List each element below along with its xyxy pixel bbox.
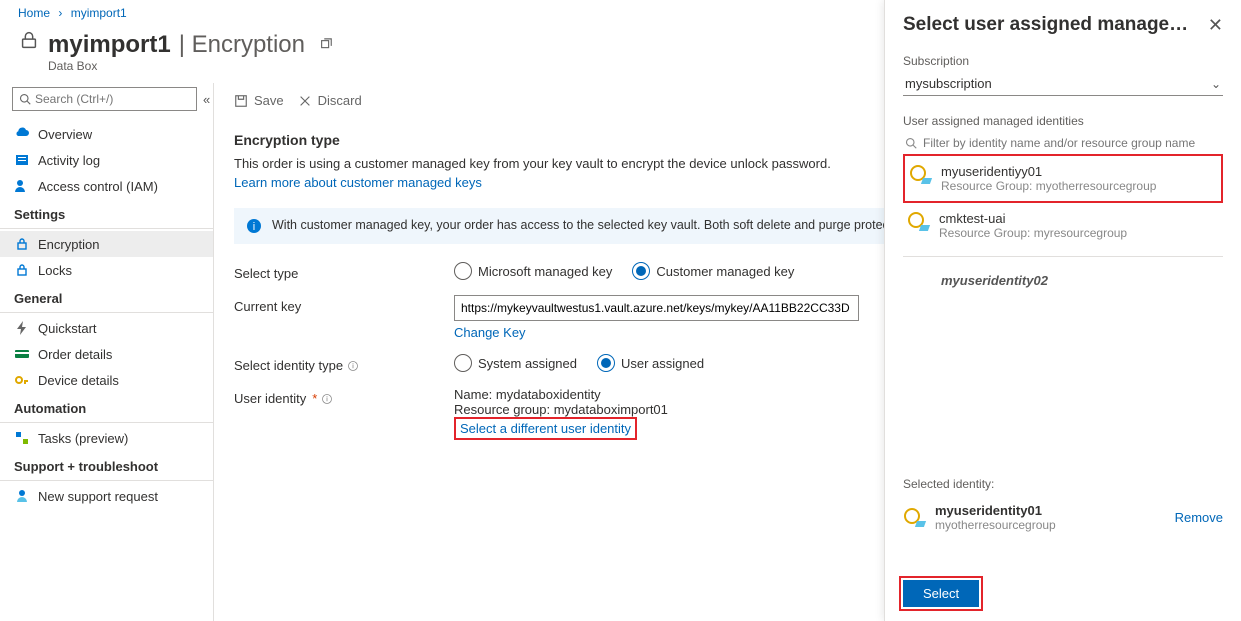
subscription-value: mysubscription bbox=[905, 76, 992, 91]
tasks-icon bbox=[14, 430, 30, 446]
discard-icon bbox=[298, 94, 312, 108]
select-different-identity-link[interactable]: Select a different user identity bbox=[454, 417, 637, 440]
nav-label: Device details bbox=[38, 373, 119, 388]
nav-label: Activity log bbox=[38, 153, 100, 168]
collapse-icon[interactable]: « bbox=[203, 92, 210, 107]
nav-label: New support request bbox=[38, 489, 158, 504]
selected-identity-name: myuseridentity01 bbox=[935, 503, 1056, 518]
current-key-input[interactable] bbox=[454, 295, 859, 321]
sidebar-item-quickstart[interactable]: Quickstart bbox=[0, 315, 213, 341]
identity-icon bbox=[907, 211, 929, 233]
search-input[interactable] bbox=[35, 92, 190, 106]
identity-rg: Resource Group: myotherresourcegroup bbox=[941, 179, 1156, 193]
person-icon bbox=[14, 178, 30, 194]
sidebar-item-overview[interactable]: Overview bbox=[0, 121, 213, 147]
nav-group-settings: Settings bbox=[0, 199, 213, 229]
chevron-down-icon: ⌄ bbox=[1211, 77, 1221, 91]
nav-group-support: Support + troubleshoot bbox=[0, 451, 213, 481]
breadcrumb-home[interactable]: Home bbox=[18, 6, 50, 20]
support-icon bbox=[14, 488, 30, 504]
sidebar: « Overview Activity log Access control (… bbox=[0, 83, 214, 621]
chevron-right-icon: › bbox=[58, 6, 62, 20]
lightning-icon bbox=[14, 320, 30, 336]
discard-button[interactable]: Discard bbox=[298, 93, 362, 108]
identity-item-1[interactable]: cmktest-uai Resource Group: myresourcegr… bbox=[903, 203, 1223, 248]
sidebar-item-device[interactable]: Device details bbox=[0, 367, 213, 393]
cloud-icon bbox=[14, 126, 30, 142]
svg-text:i: i bbox=[253, 221, 255, 233]
nav-label: Quickstart bbox=[38, 321, 97, 336]
nav-label: Tasks (preview) bbox=[38, 431, 128, 446]
close-icon[interactable]: ✕ bbox=[1208, 15, 1223, 36]
sidebar-item-support[interactable]: New support request bbox=[0, 483, 213, 509]
nav-label: Locks bbox=[38, 263, 72, 278]
sidebar-item-iam[interactable]: Access control (IAM) bbox=[0, 173, 213, 199]
remove-link[interactable]: Remove bbox=[1175, 510, 1223, 525]
breadcrumb-current[interactable]: myimport1 bbox=[71, 6, 127, 20]
radio-ms-managed[interactable]: Microsoft managed key bbox=[454, 262, 612, 280]
radio-user-assigned[interactable]: User assigned bbox=[597, 354, 704, 372]
nav-label: Access control (IAM) bbox=[38, 179, 158, 194]
search-icon bbox=[19, 93, 31, 105]
identities-list-label: User assigned managed identities bbox=[903, 114, 1223, 128]
info-small-icon[interactable] bbox=[347, 360, 359, 372]
sidebar-item-encryption[interactable]: Encryption bbox=[0, 231, 213, 257]
radio-system-assigned[interactable]: System assigned bbox=[454, 354, 577, 372]
identity-filter[interactable]: Filter by identity name and/or resource … bbox=[903, 132, 1223, 154]
sidebar-item-order[interactable]: Order details bbox=[0, 341, 213, 367]
lock-small-icon bbox=[14, 262, 30, 278]
save-icon bbox=[234, 94, 248, 108]
save-button[interactable]: Save bbox=[234, 93, 284, 108]
identity-name: myuseridentiyy01 bbox=[941, 164, 1156, 179]
sidebar-search[interactable] bbox=[12, 87, 197, 111]
identity-panel: Select user assigned manage… ✕ Subscript… bbox=[884, 0, 1241, 621]
info-text: With customer managed key, your order ha… bbox=[272, 218, 941, 234]
key-icon bbox=[14, 372, 30, 388]
user-identity-label: User identity* bbox=[234, 387, 454, 406]
select-button[interactable]: Select bbox=[903, 580, 979, 607]
lock-small-icon bbox=[14, 236, 30, 252]
nav-group-general: General bbox=[0, 283, 213, 313]
identity-type-label: Select identity type bbox=[234, 354, 454, 373]
selected-identity-label: Selected identity: bbox=[903, 477, 1223, 491]
page-section: | Encryption bbox=[179, 31, 305, 59]
identity-icon bbox=[903, 507, 925, 529]
nav-label: Order details bbox=[38, 347, 112, 362]
pin-icon[interactable] bbox=[319, 38, 333, 52]
lock-icon bbox=[18, 28, 40, 52]
nav-group-automation: Automation bbox=[0, 393, 213, 423]
selected-identity-rg: myotherresourcegroup bbox=[935, 518, 1056, 532]
info-small-icon[interactable] bbox=[321, 393, 333, 405]
card-icon bbox=[14, 346, 30, 362]
panel-title: Select user assigned manage… bbox=[903, 14, 1188, 36]
identity-extra: myuseridentity02 bbox=[903, 257, 1223, 288]
filter-placeholder: Filter by identity name and/or resource … bbox=[923, 136, 1195, 150]
search-icon bbox=[905, 137, 917, 149]
list-icon bbox=[14, 152, 30, 168]
page-title: myimport1 bbox=[48, 31, 171, 59]
identity-name: cmktest-uai bbox=[939, 211, 1127, 226]
sidebar-item-locks[interactable]: Locks bbox=[0, 257, 213, 283]
identity-rg: Resource Group: myresourcegroup bbox=[939, 226, 1127, 240]
sidebar-item-tasks[interactable]: Tasks (preview) bbox=[0, 425, 213, 451]
identity-icon bbox=[909, 164, 931, 186]
subscription-dropdown[interactable]: mysubscription ⌄ bbox=[903, 72, 1223, 96]
nav-label: Overview bbox=[38, 127, 92, 142]
nav-label: Encryption bbox=[38, 237, 99, 252]
identity-item-0[interactable]: myuseridentiyy01 Resource Group: myother… bbox=[903, 154, 1223, 203]
subscription-label: Subscription bbox=[903, 54, 1223, 68]
info-icon: i bbox=[246, 218, 262, 234]
current-key-label: Current key bbox=[234, 295, 454, 314]
select-type-label: Select type bbox=[234, 262, 454, 281]
radio-customer-managed[interactable]: Customer managed key bbox=[632, 262, 794, 280]
sidebar-item-activity[interactable]: Activity log bbox=[0, 147, 213, 173]
